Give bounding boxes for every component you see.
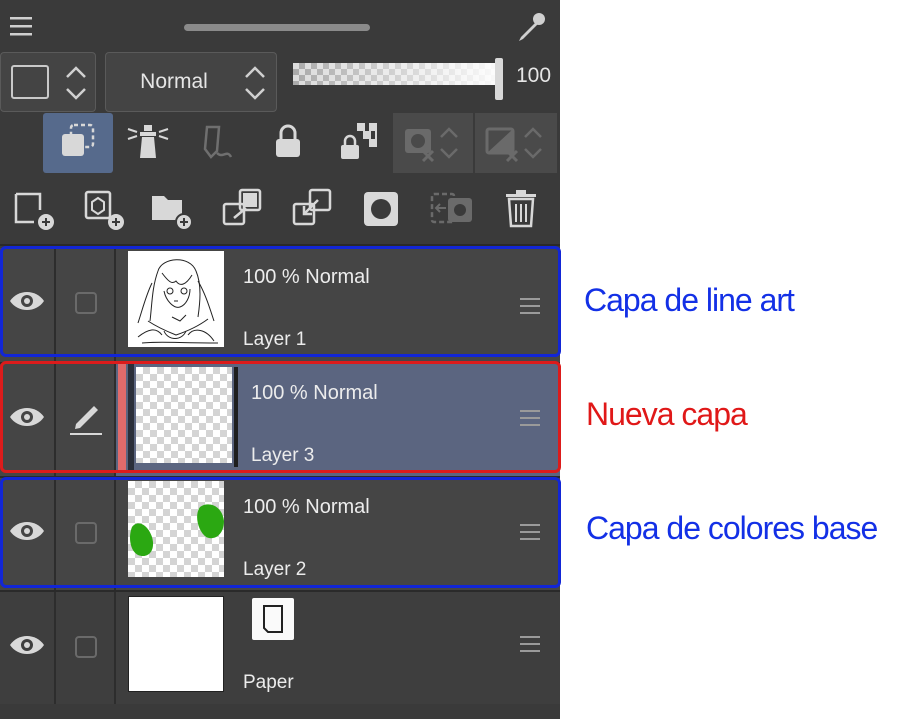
opacity-slider[interactable] — [293, 63, 499, 85]
transfer-to-lower-layer-button[interactable] — [212, 180, 272, 240]
clip-layers-button[interactable] — [43, 113, 113, 173]
lock-transparency-button[interactable] — [323, 113, 393, 173]
drag-grip-icon[interactable] — [520, 636, 540, 654]
blend-mode-select[interactable]: Normal — [105, 52, 277, 112]
annotation-line-art-layer: Capa de line art — [584, 282, 795, 318]
draft-pen-icon — [203, 125, 233, 159]
new-raster-layer-button[interactable] — [4, 180, 64, 240]
annotation-base-colors-layer: Capa de colores base — [586, 510, 878, 546]
combine-with-layer-below-button[interactable] — [282, 180, 342, 240]
lock-layer-button[interactable] — [253, 113, 323, 173]
annotation-new-layer: Nueva capa — [586, 396, 748, 432]
spinner-icon[interactable] — [242, 63, 268, 103]
mask-disable-icon — [485, 127, 542, 163]
transfer-down-icon — [222, 188, 262, 226]
new-folder-icon — [152, 196, 193, 231]
clip-layers-icon — [62, 123, 95, 156]
eye-icon — [10, 636, 44, 654]
opacity-value: 100 — [516, 64, 552, 87]
panel-drag-handle[interactable] — [184, 24, 370, 31]
new-raster-layer-icon — [14, 192, 54, 230]
new-vector-layer-icon — [84, 190, 124, 230]
editing-target-cell[interactable] — [58, 592, 116, 706]
layer-select-checkbox[interactable] — [75, 636, 97, 658]
layer-color-selector[interactable] — [0, 52, 96, 112]
apply-mask-button[interactable] — [422, 180, 482, 240]
opacity-gradient — [293, 63, 499, 85]
lighthouse-icon — [127, 125, 169, 158]
draft-layer-button[interactable] — [183, 113, 253, 173]
paper-layer-icon — [252, 598, 294, 640]
lock-transparency-icon — [341, 123, 377, 159]
layer-name: Paper — [243, 672, 294, 693]
apply-mask-icon — [430, 192, 472, 224]
merge-down-icon — [292, 188, 332, 226]
eyedropper-icon[interactable] — [514, 10, 548, 44]
opacity-slider-thumb[interactable] — [495, 58, 503, 100]
lock-icon — [276, 124, 300, 157]
trash-icon — [506, 190, 536, 228]
create-layer-mask-button[interactable] — [352, 180, 412, 240]
layer-color-swatch — [11, 65, 49, 99]
blend-mode-value: Normal — [140, 70, 208, 93]
layer-row-paper[interactable]: Paper — [0, 592, 560, 706]
spinner-icon[interactable] — [63, 63, 89, 103]
layer-panel: Normal 100 100 % Normal Layer 1 100 % No… — [0, 0, 560, 719]
reference-layer-button[interactable] — [113, 113, 183, 173]
delete-layer-button[interactable] — [492, 180, 552, 240]
layer-mask-icon — [364, 192, 398, 226]
highlight-frame-lineart — [0, 246, 561, 357]
layer-body[interactable]: Paper — [116, 592, 560, 706]
show-mask-area-button[interactable] — [393, 113, 473, 173]
highlight-frame-base-colors — [0, 477, 561, 588]
panel-footer — [0, 704, 560, 719]
visibility-toggle[interactable] — [0, 592, 56, 706]
mask-area-icon — [405, 127, 458, 163]
highlight-frame-new-layer — [0, 361, 561, 473]
hamburger-icon[interactable] — [8, 14, 36, 38]
layer-thumbnail — [128, 596, 224, 692]
new-folder-button[interactable] — [142, 180, 202, 240]
new-vector-layer-button[interactable] — [74, 180, 134, 240]
enable-mask-button[interactable] — [475, 113, 557, 173]
